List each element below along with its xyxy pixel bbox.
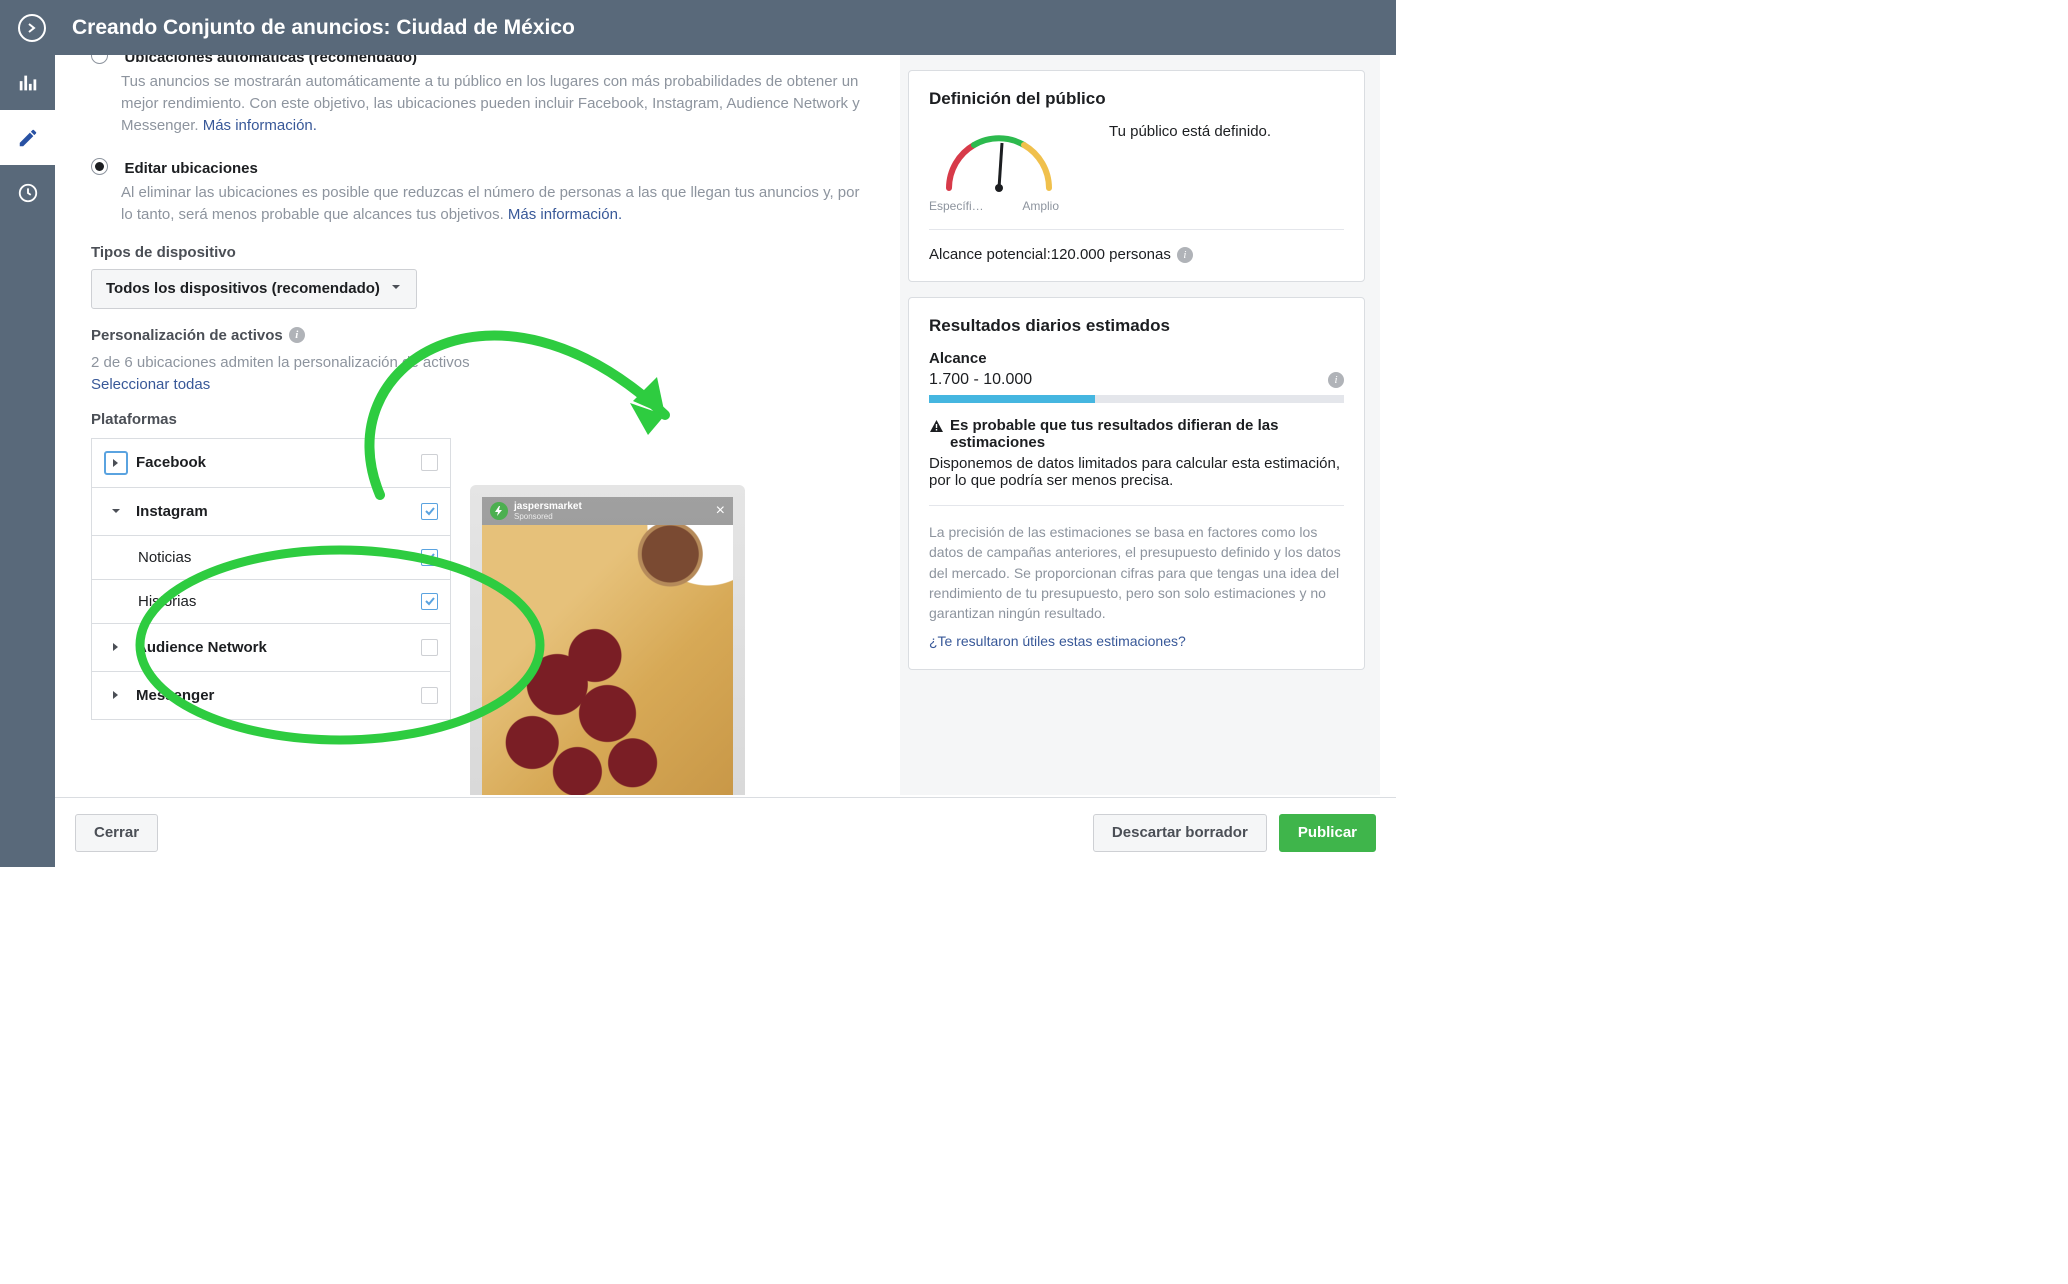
reach-range-value: 1.700 - 10.000 — [929, 371, 1032, 389]
main-column: Ubicaciones automáticas (recomendado) Tu… — [55, 55, 900, 795]
results-warning-desc: Disponemos de datos limitados para calcu… — [929, 455, 1344, 489]
option-edit-title: Editar ubicaciones — [124, 160, 257, 177]
checkbox[interactable] — [421, 639, 438, 656]
asset-customization-label: Personalización de activos i — [91, 327, 874, 344]
expand-icon[interactable] — [104, 451, 128, 475]
potential-reach-prefix: Alcance potencial: — [929, 246, 1051, 263]
platform-row-instagram-feed[interactable]: Noticias — [92, 535, 450, 579]
info-icon[interactable]: i — [1328, 372, 1344, 388]
platform-label: Audience Network — [136, 639, 421, 656]
preview-account-name: jaspersmarket — [514, 501, 582, 512]
option-auto-desc: Tus anuncios se mostrarán automáticament… — [121, 71, 874, 136]
device-type-select[interactable]: Todos los dispositivos (recomendado) — [91, 269, 417, 309]
radio-icon — [91, 55, 108, 64]
checkbox[interactable] — [421, 687, 438, 704]
potential-reach-value: 120.000 personas — [1051, 246, 1171, 263]
collapse-icon[interactable] — [18, 14, 46, 42]
option-edit-desc-text: Al eliminar las ubicaciones es posible q… — [121, 184, 860, 223]
nav-item-campaign[interactable] — [0, 55, 55, 110]
nav-item-adset[interactable] — [0, 110, 55, 165]
device-type-label: Tipos de dispositivo — [91, 244, 874, 261]
option-edit-placements[interactable]: Editar ubicaciones Al eliminar las ubica… — [91, 156, 874, 226]
right-column: Definición del público Específi… Amplio — [900, 55, 1380, 795]
checkbox[interactable] — [421, 549, 438, 566]
device-type-value: Todos los dispositivos (recomendado) — [106, 280, 380, 297]
audience-title: Definición del público — [929, 89, 1344, 109]
results-precision-note: La precisión de las estimaciones se basa… — [929, 522, 1344, 623]
feedback-link[interactable]: ¿Te resultaron útiles estas estimaciones… — [929, 633, 1186, 649]
pencil-icon — [17, 127, 39, 149]
preview-image — [482, 525, 733, 795]
discard-button[interactable]: Descartar borrador — [1093, 814, 1267, 852]
platform-sub-label: Noticias — [138, 549, 421, 566]
expand-icon[interactable] — [104, 635, 128, 659]
option-auto-title: Ubicaciones automáticas (recomendado) — [124, 55, 417, 66]
preview-sponsored-label: Sponsored — [514, 512, 582, 521]
story-header: jaspersmarket Sponsored × — [482, 497, 733, 525]
gauge-label-broad: Amplio — [1022, 199, 1059, 213]
audience-status: Tu público está definido. — [1069, 123, 1344, 140]
results-title: Resultados diarios estimados — [929, 316, 1344, 336]
bar-chart-icon — [17, 72, 39, 94]
reach-range: 1.700 - 10.000 i — [929, 371, 1344, 389]
daily-results-card: Resultados diarios estimados Alcance 1.7… — [908, 297, 1365, 670]
info-icon[interactable]: i — [1177, 247, 1193, 263]
checkbox[interactable] — [421, 503, 438, 520]
audience-definition-card: Definición del público Específi… Amplio — [908, 70, 1365, 282]
left-nav — [0, 55, 55, 867]
gauge-icon — [934, 123, 1064, 198]
results-warning-title: Es probable que tus resultados difieran … — [950, 417, 1344, 451]
expand-icon[interactable] — [104, 683, 128, 707]
platform-label: Facebook — [136, 454, 421, 471]
potential-reach: Alcance potencial: 120.000 personas i — [929, 246, 1344, 263]
learn-more-link[interactable]: Más información. — [203, 117, 317, 134]
platform-row-messenger[interactable]: Messenger — [92, 671, 450, 719]
platform-row-facebook[interactable]: Facebook — [92, 439, 450, 487]
caret-down-icon — [390, 280, 402, 297]
avatar-icon — [490, 502, 508, 520]
select-all-link[interactable]: Seleccionar todas — [91, 376, 874, 393]
page-title: Creando Conjunto de anuncios: Ciudad de … — [72, 16, 575, 40]
checkbox[interactable] — [421, 593, 438, 610]
clock-icon — [17, 182, 39, 204]
checkbox[interactable] — [421, 454, 438, 471]
platform-row-audience-network[interactable]: Audience Network — [92, 623, 450, 671]
platform-row-instagram[interactable]: Instagram — [92, 487, 450, 535]
gauge-label-specific: Específi… — [929, 199, 984, 213]
reach-bar — [929, 395, 1344, 403]
asset-customization-desc: 2 de 6 ubicaciones admiten la personaliz… — [91, 352, 874, 374]
results-warning: Es probable que tus resultados difieran … — [929, 417, 1344, 451]
asset-customization-label-text: Personalización de activos — [91, 327, 283, 344]
close-button[interactable]: Cerrar — [75, 814, 158, 852]
info-icon[interactable]: i — [289, 327, 305, 343]
platforms-label: Plataformas — [91, 411, 874, 428]
collapse-icon[interactable] — [104, 499, 128, 523]
reach-label: Alcance — [929, 350, 1344, 367]
footer: Cerrar Descartar borrador Publicar — [55, 797, 1396, 867]
publish-button[interactable]: Publicar — [1279, 814, 1376, 852]
warning-icon — [929, 419, 944, 438]
ad-preview: jaspersmarket Sponsored × — [470, 485, 750, 795]
close-icon[interactable]: × — [716, 502, 725, 520]
nav-item-history[interactable] — [0, 165, 55, 220]
platform-row-instagram-stories[interactable]: Historias — [92, 579, 450, 623]
platform-label: Messenger — [136, 687, 421, 704]
preview-account: jaspersmarket Sponsored — [514, 501, 582, 521]
header-bar: Creando Conjunto de anuncios: Ciudad de … — [0, 0, 1396, 55]
option-auto-placements[interactable]: Ubicaciones automáticas (recomendado) Tu… — [91, 55, 874, 136]
radio-icon — [91, 158, 108, 175]
phone-frame: jaspersmarket Sponsored × — [470, 485, 745, 795]
platform-sub-label: Historias — [138, 593, 421, 610]
platforms-table: Facebook Instagram Noticias Historias Au… — [91, 438, 451, 720]
gauge: Específi… Amplio — [929, 123, 1069, 213]
learn-more-link[interactable]: Más información. — [508, 206, 622, 223]
option-edit-desc: Al eliminar las ubicaciones es posible q… — [121, 182, 874, 226]
platform-label: Instagram — [136, 503, 421, 520]
